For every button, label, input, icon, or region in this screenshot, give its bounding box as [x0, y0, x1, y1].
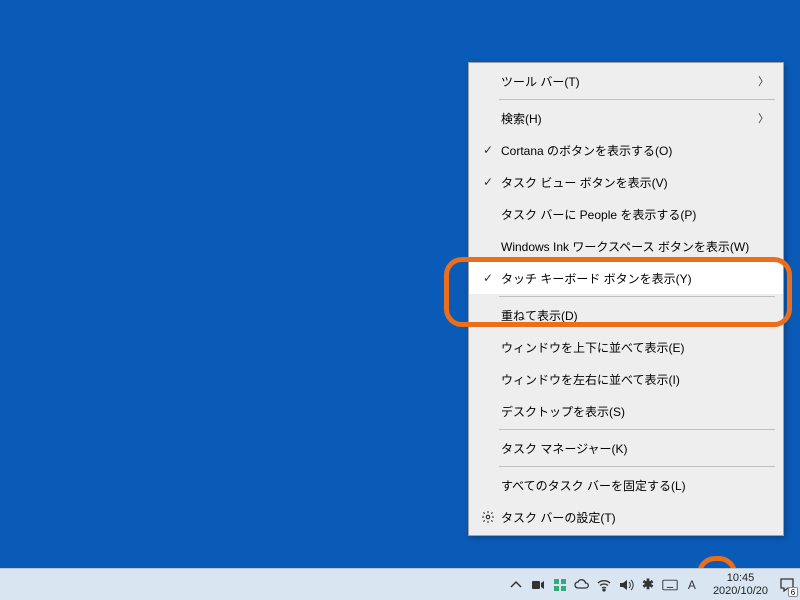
menu-separator — [499, 296, 775, 297]
menu-item-show-ink[interactable]: Windows Ink ワークスペース ボタンを表示(W) — [469, 230, 783, 262]
menu-separator — [499, 466, 775, 467]
menu-item-show-cortana[interactable]: Cortana のボタンを表示する(O) — [469, 134, 783, 166]
menu-label: Windows Ink ワークスペース ボタンを表示(W) — [499, 238, 769, 255]
clock-time: 10:45 — [713, 572, 768, 585]
menu-label: タスク バーの設定(T) — [499, 509, 769, 526]
menu-item-show-touch-keyboard[interactable]: タッチ キーボード ボタンを表示(Y) — [469, 262, 783, 294]
desktop: ツール バー(T) 〉 検索(H) 〉 Cortana のボタンを表示する(O)… — [0, 0, 800, 600]
action-center-icon[interactable]: 6 — [774, 569, 800, 600]
app-tray-icon[interactable] — [551, 576, 569, 594]
menu-label: すべてのタスク バーを固定する(L) — [499, 477, 769, 494]
menu-label: 検索(H) — [499, 110, 758, 127]
menu-item-cascade[interactable]: 重ねて表示(D) — [469, 299, 783, 331]
system-tray: ✱ A — [501, 569, 707, 600]
app-icon[interactable]: ✱ — [639, 576, 657, 594]
menu-item-toolbars[interactable]: ツール バー(T) 〉 — [469, 65, 783, 97]
onedrive-icon[interactable] — [573, 576, 591, 594]
menu-item-lock-taskbars[interactable]: すべてのタスク バーを固定する(L) — [469, 469, 783, 501]
menu-label: Cortana のボタンを表示する(O) — [499, 142, 769, 159]
menu-item-task-manager[interactable]: タスク マネージャー(K) — [469, 432, 783, 464]
taskbar-context-menu: ツール バー(T) 〉 検索(H) 〉 Cortana のボタンを表示する(O)… — [468, 62, 784, 536]
menu-separator — [499, 429, 775, 430]
menu-separator — [499, 99, 775, 100]
menu-item-show-people[interactable]: タスク バーに People を表示する(P) — [469, 198, 783, 230]
menu-item-search[interactable]: 検索(H) 〉 — [469, 102, 783, 134]
touch-keyboard-icon[interactable] — [661, 576, 679, 594]
check-icon — [477, 175, 499, 189]
chevron-right-icon: 〉 — [758, 73, 769, 89]
menu-item-show-taskview[interactable]: タスク ビュー ボタンを表示(V) — [469, 166, 783, 198]
menu-label: ツール バー(T) — [499, 73, 758, 90]
notification-badge: 6 — [788, 587, 798, 597]
check-icon — [477, 143, 499, 157]
menu-label: タスク バーに People を表示する(P) — [499, 206, 769, 223]
menu-label: ウィンドウを左右に並べて表示(I) — [499, 371, 769, 388]
menu-label: タッチ キーボード ボタンを表示(Y) — [499, 270, 769, 287]
gear-icon — [477, 510, 499, 524]
clock-date: 2020/10/20 — [713, 585, 768, 598]
menu-label: デスクトップを表示(S) — [499, 403, 769, 420]
menu-item-stack-vert[interactable]: ウィンドウを上下に並べて表示(E) — [469, 331, 783, 363]
chevron-right-icon: 〉 — [758, 110, 769, 126]
menu-item-show-desktop[interactable]: デスクトップを表示(S) — [469, 395, 783, 427]
tray-overflow-icon[interactable] — [507, 576, 525, 594]
volume-icon[interactable] — [617, 576, 635, 594]
check-icon — [477, 271, 499, 285]
menu-label: ウィンドウを上下に並べて表示(E) — [499, 339, 769, 356]
wifi-icon[interactable] — [595, 576, 613, 594]
menu-label: タスク ビュー ボタンを表示(V) — [499, 174, 769, 191]
menu-label: 重ねて表示(D) — [499, 307, 769, 324]
meet-now-icon[interactable] — [529, 576, 547, 594]
taskbar[interactable]: ✱ A 10:45 2020/10/20 6 — [0, 568, 800, 600]
ime-indicator[interactable]: A — [683, 576, 701, 594]
taskbar-clock[interactable]: 10:45 2020/10/20 — [707, 572, 774, 597]
menu-label: タスク マネージャー(K) — [499, 440, 769, 457]
menu-item-stack-horiz[interactable]: ウィンドウを左右に並べて表示(I) — [469, 363, 783, 395]
menu-item-taskbar-settings[interactable]: タスク バーの設定(T) — [469, 501, 783, 533]
